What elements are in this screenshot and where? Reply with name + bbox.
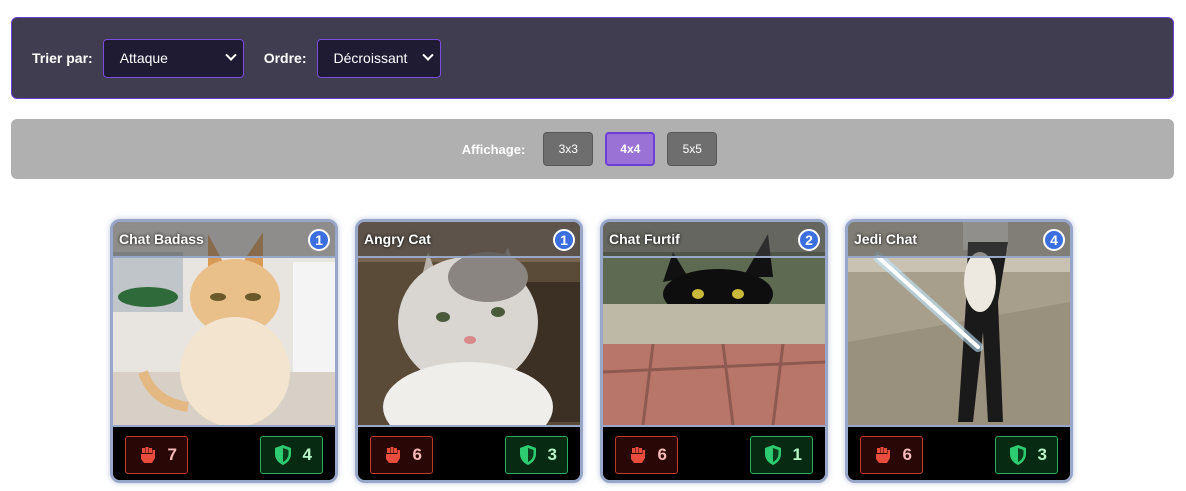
defense-stat: 3: [995, 436, 1058, 474]
card-level-badge: 2: [798, 229, 820, 251]
attack-stat: 6: [860, 436, 923, 474]
card-name: Chat Badass: [119, 231, 204, 247]
attack-value: 6: [412, 445, 422, 464]
cat-card[interactable]: Chat Badass 1 7 4: [110, 219, 338, 483]
attack-value: 6: [657, 445, 667, 464]
shield-icon: [765, 445, 781, 465]
shield-icon: [1010, 445, 1026, 465]
defense-value: 3: [547, 445, 557, 464]
fist-icon: [631, 447, 645, 463]
grid-3x3-button[interactable]: 3x3: [543, 132, 594, 166]
sort-by-select[interactable]: Attaque: [102, 38, 244, 78]
card-stats: 6 3: [848, 425, 1070, 480]
attack-stat: 7: [125, 436, 188, 474]
attack-value: 6: [902, 445, 912, 464]
grid-5x5-button[interactable]: 5x5: [667, 132, 718, 166]
card-level-badge: 1: [308, 229, 330, 251]
display-label: Affichage:: [461, 141, 526, 157]
fist-icon: [141, 447, 155, 463]
sort-bar: Trier par: Attaque Ordre: Décroissant: [11, 17, 1174, 99]
defense-stat: 4: [260, 436, 323, 474]
defense-stat: 1: [750, 436, 813, 474]
sort-by-value: Attaque: [119, 50, 168, 66]
card-stats: 7 4: [113, 425, 335, 480]
card-level-badge: 4: [1043, 229, 1065, 251]
fist-icon: [386, 447, 400, 463]
card-header: Angry Cat 1: [358, 222, 580, 258]
card-header: Jedi Chat 4: [848, 222, 1070, 258]
card-stats: 6 3: [358, 425, 580, 480]
defense-value: 1: [792, 445, 802, 464]
card-name: Chat Furtif: [609, 231, 680, 247]
shield-icon: [275, 445, 291, 465]
defense-stat: 3: [505, 436, 568, 474]
defense-value: 4: [302, 445, 312, 464]
order-label: Ordre:: [263, 50, 307, 66]
card-level-badge: 1: [553, 229, 575, 251]
card-stats: 6 1: [603, 425, 825, 480]
card-name: Angry Cat: [364, 231, 431, 247]
attack-stat: 6: [615, 436, 678, 474]
chevron-down-icon: [421, 49, 434, 61]
card-name: Jedi Chat: [854, 231, 918, 247]
attack-stat: 6: [370, 436, 433, 474]
chevron-down-icon: [225, 49, 237, 61]
fist-icon: [876, 447, 890, 463]
sort-by-label: Trier par:: [32, 50, 93, 66]
defense-value: 3: [1037, 445, 1047, 464]
order-value: Décroissant: [333, 50, 408, 66]
grid-4x4-button[interactable]: 4x4: [605, 132, 656, 166]
cat-card[interactable]: Jedi Chat 4 6 3: [845, 219, 1073, 483]
display-bar: Affichage: 3x3 4x4 5x5: [11, 119, 1174, 179]
card-header: Chat Badass 1: [113, 222, 335, 258]
cat-card[interactable]: Angry Cat 1 6 3: [355, 219, 583, 483]
order-select[interactable]: Décroissant: [316, 38, 441, 78]
shield-icon: [520, 445, 536, 465]
attack-value: 7: [167, 445, 177, 464]
cat-card[interactable]: Chat Furtif 2 6 1: [600, 219, 828, 483]
card-header: Chat Furtif 2: [603, 222, 825, 258]
